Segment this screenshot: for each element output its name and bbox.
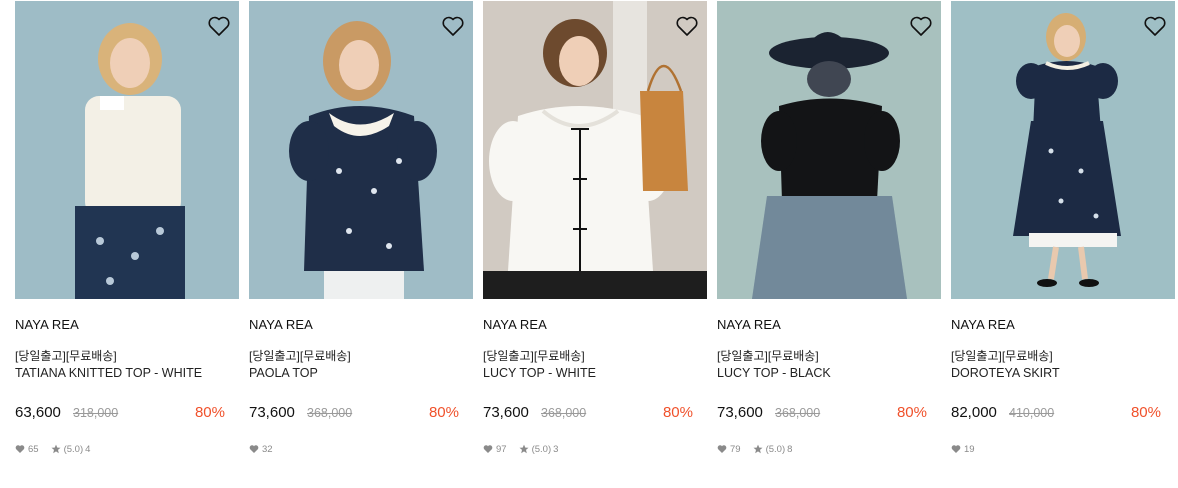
wishlist-heart-icon[interactable] <box>909 15 933 37</box>
product-grid: NAYA REA [당일출고][무료배송] TATIANA KNITTED TO… <box>0 0 1178 488</box>
sale-price: 82,000 <box>951 404 997 421</box>
likes-count: 32 <box>249 444 273 455</box>
product-photo <box>249 1 473 299</box>
rating-value: (5.0) <box>63 443 84 455</box>
product-brand[interactable]: NAYA REA <box>249 317 313 332</box>
wishlist-heart-icon[interactable] <box>675 15 699 37</box>
product-card[interactable]: NAYA REA [당일출고][무료배송] PAOLA TOP 73,600 3… <box>249 0 473 488</box>
product-card[interactable]: NAYA REA [당일출고][무료배송] DOROTEYA SKIRT 82,… <box>951 0 1175 488</box>
wishlist-heart-icon[interactable] <box>1143 15 1167 37</box>
original-price: 368,000 <box>307 406 353 420</box>
product-image[interactable] <box>249 1 473 299</box>
discount-rate: 80% <box>428 404 459 421</box>
sale-price: 73,600 <box>717 404 763 421</box>
product-meta: 32 <box>249 442 285 456</box>
review-count: 4 <box>85 443 91 455</box>
discount-rate: 80% <box>194 404 225 421</box>
original-price: 368,000 <box>775 406 821 420</box>
price-row: 73,600 368,000 80% <box>717 404 927 424</box>
product-meta: 65 (5.0) 4 <box>15 442 102 456</box>
heart-filled-icon <box>951 444 961 454</box>
price-row: 73,600 368,000 80% <box>483 404 693 424</box>
star-icon <box>51 444 61 454</box>
product-name[interactable]: LUCY TOP - WHITE <box>483 366 596 380</box>
product-tag: [당일출고][무료배송] <box>15 349 117 363</box>
likes-value: 32 <box>262 443 273 455</box>
likes-count: 19 <box>951 444 975 455</box>
product-card[interactable]: NAYA REA [당일출고][무료배송] LUCY TOP - BLACK 7… <box>717 0 941 488</box>
rating-summary: (5.0) 3 <box>519 443 559 455</box>
product-brand[interactable]: NAYA REA <box>717 317 781 332</box>
product-photo <box>951 1 1175 299</box>
product-image[interactable] <box>951 1 1175 299</box>
product-photo <box>483 1 707 299</box>
rating-summary: (5.0) 8 <box>753 443 793 455</box>
product-photo <box>717 1 941 299</box>
sale-price: 73,600 <box>483 404 529 421</box>
rating-value: (5.0) <box>765 443 786 455</box>
price-row: 82,000 410,000 80% <box>951 404 1161 424</box>
product-name[interactable]: TATIANA KNITTED TOP - WHITE <box>15 366 202 380</box>
rating-value: (5.0) <box>531 443 552 455</box>
product-name[interactable]: DOROTEYA SKIRT <box>951 366 1060 380</box>
product-image[interactable] <box>15 1 239 299</box>
product-meta: 97 (5.0) 3 <box>483 442 570 456</box>
product-image[interactable] <box>483 1 707 299</box>
product-tag: [당일출고][무료배송] <box>951 349 1053 363</box>
product-brand[interactable]: NAYA REA <box>951 317 1015 332</box>
wishlist-heart-icon[interactable] <box>441 15 465 37</box>
product-meta: 19 <box>951 442 987 456</box>
review-count: 3 <box>553 443 559 455</box>
likes-count: 79 <box>717 444 741 455</box>
original-price: 318,000 <box>73 406 119 420</box>
discount-rate: 80% <box>662 404 693 421</box>
product-photo <box>15 1 239 299</box>
price-row: 73,600 368,000 80% <box>249 404 459 424</box>
product-brand[interactable]: NAYA REA <box>483 317 547 332</box>
product-tag: [당일출고][무료배송] <box>483 349 585 363</box>
likes-value: 79 <box>730 443 741 455</box>
review-count: 8 <box>787 443 793 455</box>
likes-value: 97 <box>496 443 507 455</box>
heart-filled-icon <box>483 444 493 454</box>
likes-value: 65 <box>28 443 39 455</box>
price-row: 63,600 318,000 80% <box>15 404 225 424</box>
product-tag: [당일출고][무료배송] <box>717 349 819 363</box>
discount-rate: 80% <box>896 404 927 421</box>
likes-count: 65 <box>15 444 39 455</box>
likes-count: 97 <box>483 444 507 455</box>
product-tag: [당일출고][무료배송] <box>249 349 351 363</box>
product-name[interactable]: PAOLA TOP <box>249 366 318 380</box>
heart-filled-icon <box>717 444 727 454</box>
product-card[interactable]: NAYA REA [당일출고][무료배송] LUCY TOP - WHITE 7… <box>483 0 707 488</box>
original-price: 410,000 <box>1009 406 1055 420</box>
star-icon <box>519 444 529 454</box>
discount-rate: 80% <box>1130 404 1161 421</box>
product-brand[interactable]: NAYA REA <box>15 317 79 332</box>
wishlist-heart-icon[interactable] <box>207 15 231 37</box>
likes-value: 19 <box>964 443 975 455</box>
star-icon <box>753 444 763 454</box>
product-image[interactable] <box>717 1 941 299</box>
rating-summary: (5.0) 4 <box>51 443 91 455</box>
original-price: 368,000 <box>541 406 587 420</box>
sale-price: 63,600 <box>15 404 61 421</box>
product-name[interactable]: LUCY TOP - BLACK <box>717 366 831 380</box>
heart-filled-icon <box>249 444 259 454</box>
product-card[interactable]: NAYA REA [당일출고][무료배송] TATIANA KNITTED TO… <box>15 0 239 488</box>
product-meta: 79 (5.0) 8 <box>717 442 804 456</box>
sale-price: 73,600 <box>249 404 295 421</box>
heart-filled-icon <box>15 444 25 454</box>
